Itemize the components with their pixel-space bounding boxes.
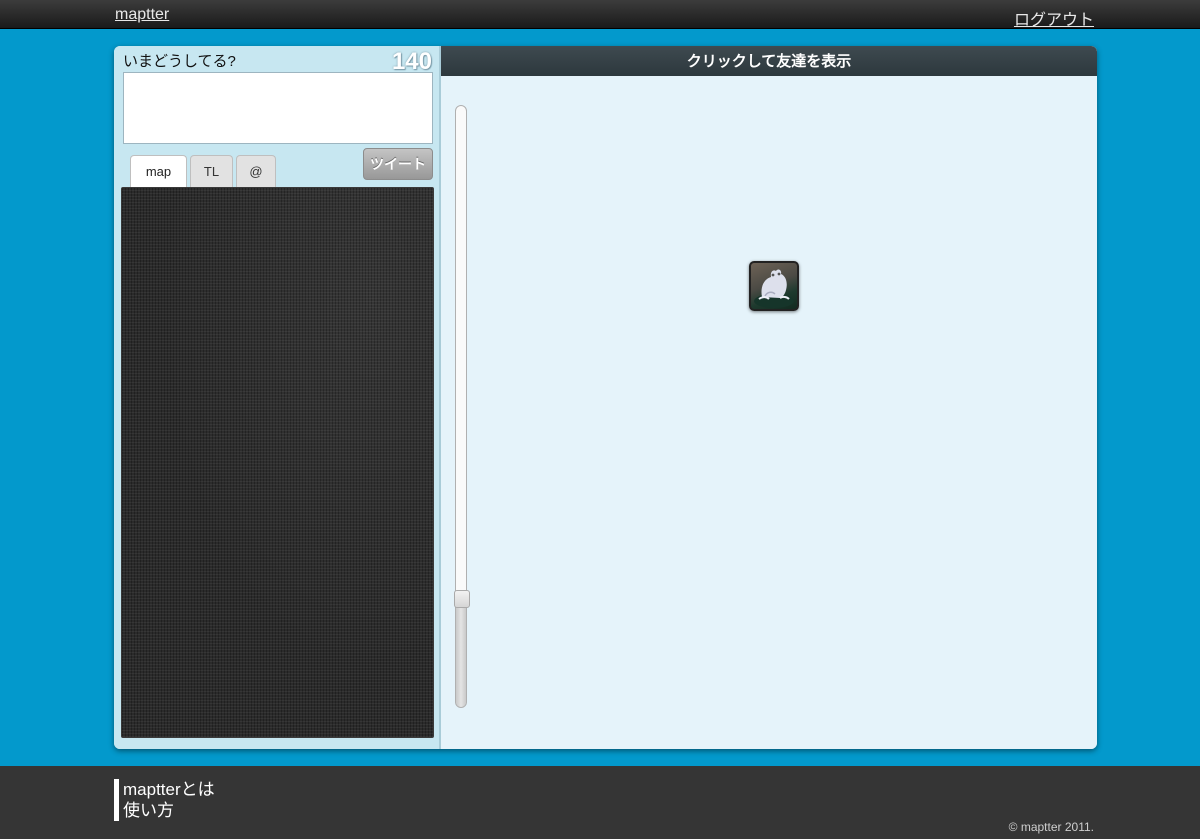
left-column: いまどうしてる? 140 map TL @ ツイート [114,46,441,749]
zoom-slider[interactable] [454,105,470,708]
tab-mentions[interactable]: @ [236,155,276,187]
main-panel: いまどうしてる? 140 map TL @ ツイート クリックして友達を表示 [114,46,1097,749]
logo-link[interactable]: maptter [115,6,169,24]
zoom-slider-handle[interactable] [454,589,470,608]
friends-panel: クリックして友達を表示 [441,46,1097,749]
about-link[interactable]: maptterとは [123,779,215,800]
logout-link[interactable]: ログアウト [1014,6,1094,30]
zoom-slider-fill [456,598,466,707]
top-bar: maptter ログアウト [0,0,1200,29]
map-canvas[interactable] [121,187,434,738]
footer: maptterとは 使い方 © maptter 2011. [0,766,1200,839]
how-to-use-link[interactable]: 使い方 [123,800,215,821]
status-input[interactable] [123,72,433,144]
show-friends-header[interactable]: クリックして友達を表示 [441,46,1097,76]
copyright-text: © maptter 2011. [1008,820,1094,834]
tab-map[interactable]: map [130,155,187,188]
frog-avatar-icon[interactable] [749,261,799,311]
status-prompt-label: いまどうしてる? [123,53,236,70]
frog-figure-icon [754,269,794,308]
footer-links: maptterとは 使い方 [114,779,215,821]
tweet-button[interactable]: ツイート [363,148,433,180]
tab-timeline[interactable]: TL [190,155,233,187]
